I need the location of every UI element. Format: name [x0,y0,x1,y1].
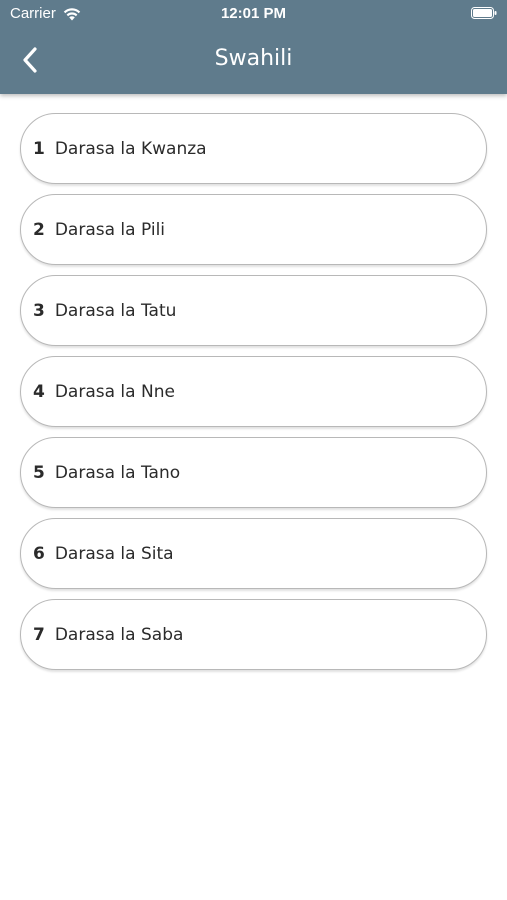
list-item-class-2[interactable]: 2 Darasa la Pili [20,194,487,265]
status-bar: Carrier 12:01 PM [0,0,507,28]
item-number: 6 [33,543,45,564]
item-label: Darasa la Tatu [54,300,177,321]
navigation-bar: Swahili [0,28,507,94]
item-number: 3 [33,300,45,321]
item-label: Darasa la Nne [54,381,175,402]
list-item-class-1[interactable]: 1 Darasa la Kwanza [20,113,487,184]
list-item-class-3[interactable]: 3 Darasa la Tatu [20,275,487,346]
item-label: Darasa la Pili [54,219,166,240]
item-number: 7 [33,624,45,645]
item-number: 2 [33,219,45,240]
item-label: Darasa la Sita [54,543,174,564]
item-number: 4 [33,381,45,402]
class-list: 1 Darasa la Kwanza 2 Darasa la Pili 3 Da… [20,113,487,680]
list-item-class-7[interactable]: 7 Darasa la Saba [20,599,487,670]
header: Carrier 12:01 PM Swahili [0,0,507,94]
page-title: Swahili [214,46,293,71]
list-item-class-6[interactable]: 6 Darasa la Sita [20,518,487,589]
item-label: Darasa la Saba [54,624,184,645]
item-number: 5 [33,462,45,483]
list-item-class-5[interactable]: 5 Darasa la Tano [20,437,487,508]
item-label: Darasa la Kwanza [54,138,207,159]
list-item-class-4[interactable]: 4 Darasa la Nne [20,356,487,427]
status-time: 12:01 PM [220,5,287,22]
item-number: 1 [33,138,45,159]
item-label: Darasa la Tano [54,462,181,483]
battery-icon [471,7,497,19]
